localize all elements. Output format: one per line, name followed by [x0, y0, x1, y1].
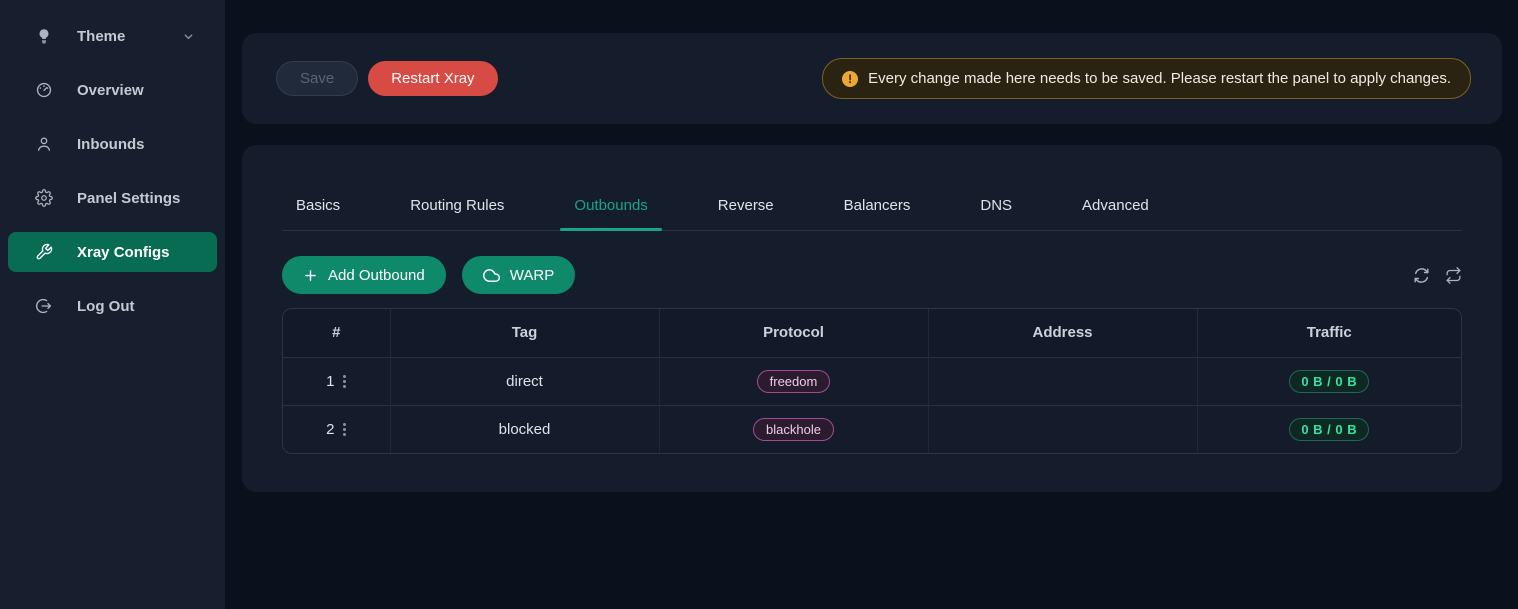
tab-reverse[interactable]: Reverse	[704, 193, 788, 230]
alert-text: Every change made here needs to be saved…	[868, 70, 1451, 87]
sidebar-item-label: Xray Configs	[77, 244, 170, 261]
tab-balancers[interactable]: Balancers	[830, 193, 925, 230]
tab-routing-rules[interactable]: Routing Rules	[396, 193, 518, 230]
row-address	[928, 357, 1197, 405]
sidebar-item-log-out[interactable]: Log Out	[8, 286, 217, 326]
exclamation-circle-icon: !	[842, 71, 858, 87]
col-header-tag: Tag	[390, 309, 659, 357]
sidebar-item-overview[interactable]: Overview	[8, 70, 217, 110]
config-tabs: Basics Routing Rules Outbounds Reverse B…	[282, 145, 1462, 231]
row-menu-icon[interactable]	[343, 380, 346, 383]
col-header-traffic: Traffic	[1197, 309, 1461, 357]
sidebar-item-label: Log Out	[77, 298, 134, 315]
wrench-icon	[35, 243, 53, 261]
dashboard-icon	[35, 81, 53, 99]
tab-basics[interactable]: Basics	[282, 193, 354, 230]
sidebar-item-label: Panel Settings	[77, 190, 180, 207]
gear-icon	[35, 189, 53, 207]
table-row: 2 blocked blackhole 0 B / 0 B	[283, 405, 1461, 453]
sidebar: Theme Overview Inbounds	[0, 0, 225, 609]
restart-xray-button[interactable]: Restart Xray	[368, 61, 497, 96]
main-content: Save Restart Xray ! Every change made he…	[225, 0, 1518, 609]
refresh-icon[interactable]	[1412, 266, 1431, 285]
col-header-index: #	[283, 309, 390, 357]
row-index: 1	[326, 373, 334, 390]
plus-icon	[303, 268, 318, 283]
col-header-address: Address	[928, 309, 1197, 357]
outbounds-table: # Tag Protocol Address Traffic 1	[282, 308, 1462, 454]
save-button[interactable]: Save	[276, 61, 358, 96]
sidebar-item-label: Theme	[77, 28, 125, 45]
add-outbound-button[interactable]: Add Outbound	[282, 256, 446, 294]
toolbar-card: Save Restart Xray ! Every change made he…	[242, 33, 1502, 124]
sidebar-item-xray-configs[interactable]: Xray Configs	[8, 232, 217, 272]
xray-config-card: Basics Routing Rules Outbounds Reverse B…	[242, 145, 1502, 492]
warp-button[interactable]: WARP	[462, 256, 575, 294]
row-tag: direct	[390, 357, 659, 405]
row-menu-icon[interactable]	[343, 428, 346, 431]
row-tag: blocked	[390, 405, 659, 453]
cloud-icon	[483, 267, 500, 284]
sidebar-item-theme[interactable]: Theme	[8, 16, 217, 56]
sidebar-item-inbounds[interactable]: Inbounds	[8, 124, 217, 164]
warp-label: WARP	[510, 267, 554, 284]
logout-icon	[35, 297, 53, 315]
table-row: 1 direct freedom 0 B / 0 B	[283, 357, 1461, 405]
table-header-row: # Tag Protocol Address Traffic	[283, 309, 1461, 357]
table-tools	[1412, 266, 1462, 285]
app-root: Theme Overview Inbounds	[0, 0, 1518, 609]
sidebar-item-panel-settings[interactable]: Panel Settings	[8, 178, 217, 218]
add-outbound-label: Add Outbound	[328, 267, 425, 284]
sidebar-item-label: Overview	[77, 82, 144, 99]
col-header-protocol: Protocol	[659, 309, 928, 357]
user-icon	[35, 135, 53, 153]
tab-advanced[interactable]: Advanced	[1068, 193, 1163, 230]
protocol-badge: blackhole	[753, 418, 834, 441]
protocol-badge: freedom	[757, 370, 831, 393]
unsaved-changes-alert: ! Every change made here needs to be sav…	[822, 58, 1471, 99]
tab-outbounds[interactable]: Outbounds	[560, 193, 661, 230]
table-actions-row: Add Outbound WARP	[282, 256, 1462, 294]
lightbulb-icon	[35, 27, 53, 45]
tab-dns[interactable]: DNS	[966, 193, 1026, 230]
repeat-icon[interactable]	[1445, 267, 1462, 284]
traffic-badge: 0 B / 0 B	[1289, 370, 1369, 393]
sidebar-item-label: Inbounds	[77, 136, 145, 153]
row-index: 2	[326, 421, 334, 438]
chevron-down-icon	[182, 30, 195, 43]
row-address	[928, 405, 1197, 453]
traffic-badge: 0 B / 0 B	[1289, 418, 1369, 441]
